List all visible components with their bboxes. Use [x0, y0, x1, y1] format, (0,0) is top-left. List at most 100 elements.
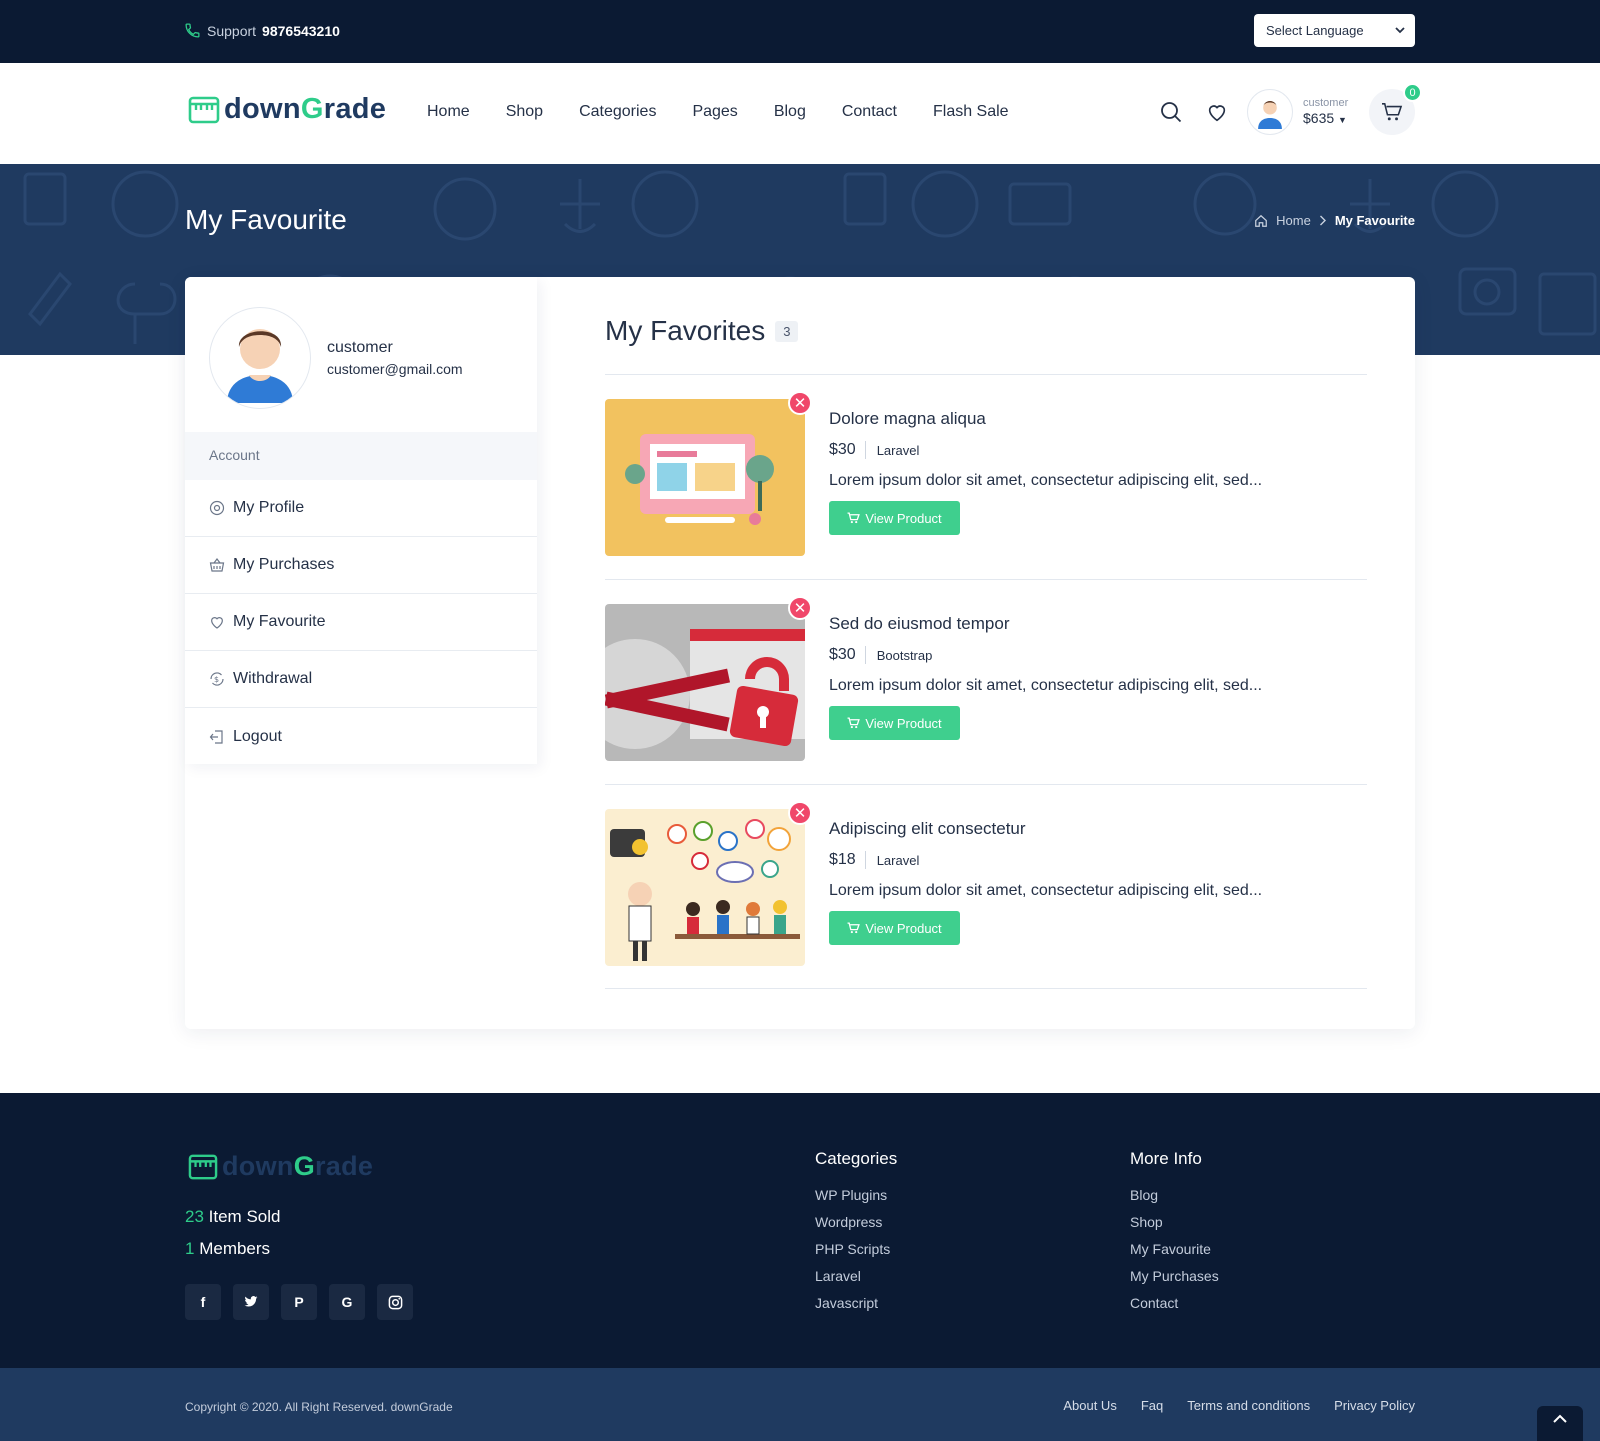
- cart-icon: [847, 922, 861, 934]
- footer-link[interactable]: My Favourite: [1130, 1241, 1219, 1257]
- nav-categories[interactable]: Categories: [579, 103, 656, 121]
- instagram-icon[interactable]: [377, 1284, 413, 1320]
- favorite-item: ✕ Sed do eiusmod tempor $30 Bootstrap Lo…: [605, 596, 1367, 761]
- footer-bottom-link[interactable]: Privacy Policy: [1334, 1398, 1415, 1413]
- footer-categories-title: Categories: [815, 1149, 898, 1168]
- scroll-to-top-button[interactable]: [1537, 1406, 1583, 1441]
- user-balance: $635 ▼: [1303, 110, 1347, 127]
- avatar: [1247, 89, 1293, 135]
- google-icon[interactable]: G: [329, 1284, 365, 1320]
- store-logo-icon: [188, 96, 220, 123]
- favorites-count-badge: 3: [775, 320, 799, 342]
- nav-shop[interactable]: Shop: [506, 103, 543, 121]
- view-product-label: View Product: [865, 920, 942, 936]
- footer-link[interactable]: WP Plugins: [815, 1187, 897, 1203]
- close-icon: ✕: [793, 805, 807, 822]
- footer-categories: Categories WP Plugins Wordpress PHP Scri…: [815, 1149, 897, 1322]
- user-account-menu[interactable]: customer $635 ▼: [1247, 89, 1348, 135]
- account-card: customer customer@gmail.com Account My P…: [185, 277, 1415, 1029]
- sidebar-item-withdrawal[interactable]: $ Withdrawal: [185, 651, 537, 708]
- sidebar-item-logout[interactable]: Logout: [185, 708, 537, 765]
- footer-link[interactable]: Blog: [1130, 1187, 1219, 1203]
- footer-bottom-link[interactable]: About Us: [1063, 1398, 1116, 1413]
- footer-link[interactable]: Javascript: [815, 1295, 897, 1311]
- product-category: Laravel: [876, 442, 920, 458]
- copyright: Copyright © 2020. All Right Reserved. do…: [185, 1400, 453, 1414]
- nav-contact[interactable]: Contact: [842, 103, 897, 121]
- members-stat: 1 Members: [185, 1239, 271, 1258]
- avatar: [209, 307, 311, 409]
- product-description: Lorem ipsum dolor sit amet, consectetur …: [829, 882, 1263, 899]
- svg-text:$: $: [214, 675, 219, 684]
- page-title: My Favourite: [185, 204, 347, 235]
- nav-blog[interactable]: Blog: [774, 103, 806, 121]
- search-icon[interactable]: [1160, 101, 1182, 123]
- cart-button[interactable]: 0: [1369, 83, 1422, 135]
- footer-bottom-bar: Copyright © 2020. All Right Reserved. do…: [0, 1368, 1600, 1441]
- account-sidebar: customer customer@gmail.com Account My P…: [185, 277, 537, 764]
- phone-icon: [185, 23, 200, 38]
- footer-link[interactable]: Laravel: [815, 1268, 897, 1284]
- nav-home[interactable]: Home: [427, 103, 470, 121]
- footer-logo[interactable]: downGrade: [188, 1151, 373, 1182]
- product-title[interactable]: Sed do eiusmod tempor: [829, 614, 1010, 634]
- divider: [605, 784, 1367, 785]
- heart-icon: [211, 617, 223, 629]
- remove-favorite-button[interactable]: ✕: [788, 801, 812, 825]
- view-product-button[interactable]: View Product: [829, 706, 960, 740]
- footer-more-info-title: More Info: [1130, 1149, 1202, 1168]
- language-select[interactable]: Select Language: [1254, 14, 1415, 47]
- product-thumbnail[interactable]: [605, 399, 805, 556]
- user-name: customer: [1303, 97, 1349, 109]
- footer-bottom-link[interactable]: Terms and conditions: [1187, 1398, 1310, 1413]
- divider: [605, 579, 1367, 580]
- site-footer: downGrade 23 Item Sold 1 Members f P G C…: [0, 1093, 1600, 1368]
- breadcrumb: Home My Favourite: [1254, 213, 1415, 228]
- product-title[interactable]: Adipiscing elit consectetur: [829, 819, 1026, 839]
- product-description: Lorem ipsum dolor sit amet, consectetur …: [829, 677, 1263, 694]
- breadcrumb-home[interactable]: Home: [1276, 213, 1311, 228]
- footer-link[interactable]: PHP Scripts: [815, 1241, 897, 1257]
- footer-link[interactable]: My Purchases: [1130, 1268, 1219, 1284]
- sidebar-item-my-purchases[interactable]: My Purchases: [185, 537, 537, 594]
- chevron-down-icon: [1395, 27, 1405, 34]
- sidebar-item-my-profile[interactable]: My Profile: [185, 480, 537, 537]
- remove-favorite-button[interactable]: ✕: [788, 596, 812, 620]
- product-title[interactable]: Dolore magna aliqua: [829, 409, 986, 429]
- view-product-label: View Product: [865, 510, 942, 526]
- sidebar-item-my-favourite[interactable]: My Favourite: [185, 594, 537, 651]
- footer-link[interactable]: Shop: [1130, 1214, 1219, 1230]
- social-links: f P G: [185, 1284, 413, 1320]
- footer-bottom-link[interactable]: Faq: [1141, 1398, 1163, 1413]
- twitter-icon[interactable]: [233, 1284, 269, 1320]
- remove-favorite-button[interactable]: ✕: [788, 391, 812, 415]
- nav-pages[interactable]: Pages: [692, 103, 737, 121]
- view-product-button[interactable]: View Product: [829, 501, 960, 535]
- caret-down-icon: ▼: [1338, 115, 1347, 126]
- product-price: $30: [829, 441, 866, 459]
- items-sold-stat: 23 Item Sold: [185, 1207, 281, 1226]
- main-nav: Home Shop Categories Pages Blog Contact …: [427, 103, 1009, 121]
- product-price: $18: [829, 851, 866, 869]
- close-icon: ✕: [793, 600, 807, 617]
- facebook-icon[interactable]: f: [185, 1284, 221, 1320]
- product-meta: $30 Bootstrap: [829, 646, 932, 664]
- heart-icon[interactable]: [1206, 101, 1228, 123]
- pinterest-icon[interactable]: P: [281, 1284, 317, 1320]
- product-meta: $30 Laravel: [829, 441, 919, 459]
- support-phone[interactable]: 9876543210: [262, 23, 340, 39]
- profile-name: customer: [327, 339, 393, 356]
- gear-icon: [209, 500, 225, 516]
- nav-flash-sale[interactable]: Flash Sale: [933, 103, 1009, 121]
- view-product-label: View Product: [865, 715, 942, 731]
- view-product-button[interactable]: View Product: [829, 911, 960, 945]
- site-logo[interactable]: downGrade: [188, 93, 386, 126]
- footer-link[interactable]: Wordpress: [815, 1214, 897, 1230]
- footer-link[interactable]: Contact: [1130, 1295, 1219, 1311]
- product-category: Laravel: [876, 852, 920, 868]
- account-menu: My Profile My Purchases My Favourite $ W…: [185, 480, 537, 765]
- sidebar-item-label: My Favourite: [233, 613, 326, 630]
- chevron-up-icon: [1553, 1414, 1567, 1423]
- product-thumbnail[interactable]: [605, 809, 805, 966]
- product-thumbnail[interactable]: [605, 604, 805, 761]
